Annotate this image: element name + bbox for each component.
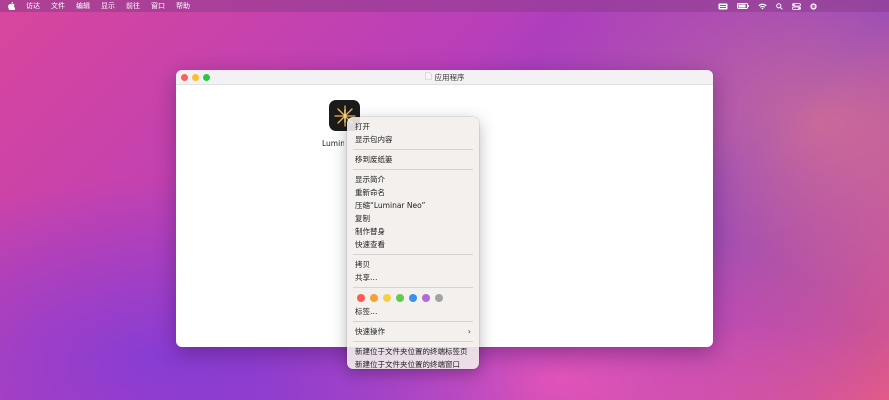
menu-go[interactable]: 前往 [126,1,140,11]
menu-separator [353,287,473,288]
window-titlebar[interactable]: 应用程序 [176,70,713,85]
tag-gray[interactable] [435,294,443,302]
menu-item-make-alias[interactable]: 制作替身 [347,225,479,238]
menu-edit[interactable]: 编辑 [76,1,90,11]
menu-item-compress[interactable]: 压缩“Luminar Neo” [347,199,479,212]
menu-item-open[interactable]: 打开 [347,120,479,133]
menu-item-share[interactable]: 共享… [347,271,479,284]
tag-purple[interactable] [422,294,430,302]
context-menu: 打开 显示包内容 移到废纸篓 显示简介 重新命名 压缩“Luminar Neo”… [347,117,479,369]
menu-bar: 访达 文件 编辑 显示 前往 窗口 帮助 [0,0,889,12]
menu-finder[interactable]: 访达 [26,1,40,11]
tag-color-row [347,291,479,305]
chevron-right-icon: › [467,327,471,336]
menu-item-duplicate[interactable]: 复制 [347,212,479,225]
menu-item-tags[interactable]: 标签… [347,305,479,318]
menu-separator [353,254,473,255]
keyboard-icon[interactable] [718,3,728,10]
menu-view[interactable]: 显示 [101,1,115,11]
apple-icon[interactable] [8,2,15,10]
battery-icon[interactable] [737,3,749,9]
window-title: 应用程序 [434,72,465,82]
search-icon[interactable] [776,2,783,10]
folder-icon [424,72,432,82]
wifi-icon[interactable] [758,3,767,10]
tag-yellow[interactable] [383,294,391,302]
menu-separator [353,169,473,170]
menu-item-new-terminal-window[interactable]: 新建位于文件夹位置的终端窗口 [347,358,479,371]
menu-item-quick-look[interactable]: 快速查看 [347,238,479,251]
app-name-label: Lumina [322,139,344,148]
menu-item-move-to-trash[interactable]: 移到废纸篓 [347,153,479,166]
tag-blue[interactable] [409,294,417,302]
menu-item-quick-actions[interactable]: 快速操作 › [347,325,479,338]
menu-bar-left: 访达 文件 编辑 显示 前往 窗口 帮助 [0,1,201,11]
siri-icon[interactable] [810,2,817,10]
quick-actions-label: 快速操作 [355,327,385,336]
menu-file[interactable]: 文件 [51,1,65,11]
tag-red[interactable] [357,294,365,302]
tag-green[interactable] [396,294,404,302]
control-center-icon[interactable] [792,2,801,10]
menu-separator [353,341,473,342]
menu-help[interactable]: 帮助 [176,1,190,11]
menu-item-get-info[interactable]: 显示简介 [347,173,479,186]
menu-bar-status [718,2,889,10]
menu-item-rename[interactable]: 重新命名 [347,186,479,199]
menu-separator [353,321,473,322]
menu-item-new-terminal-tab[interactable]: 新建位于文件夹位置的终端标签页 [347,345,479,358]
tag-orange[interactable] [370,294,378,302]
window-title-area: 应用程序 [176,70,713,84]
menu-window[interactable]: 窗口 [151,1,165,11]
menu-item-copy[interactable]: 拷贝 [347,258,479,271]
menu-separator [353,149,473,150]
menu-item-show-package-contents[interactable]: 显示包内容 [347,133,479,146]
